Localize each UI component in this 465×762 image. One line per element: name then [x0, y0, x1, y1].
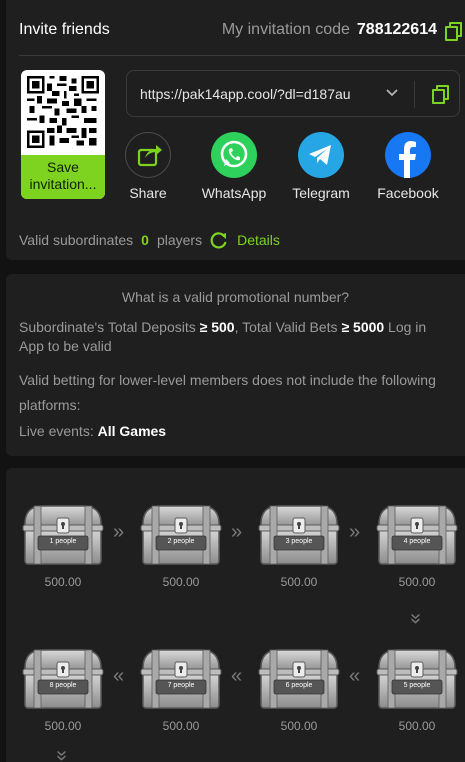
treasure-chest-icon	[22, 505, 104, 565]
share-icon	[125, 132, 171, 178]
reward-chest[interactable]: 7 people 500.00	[139, 646, 223, 734]
share-label: Share	[129, 185, 167, 201]
share-button[interactable]: Share	[113, 132, 183, 201]
rule-value: All Games	[97, 423, 167, 439]
chest-people-label: 1 people	[49, 538, 77, 545]
chest-amount: 500.00	[162, 575, 200, 589]
whatsapp-button[interactable]: WhatsApp	[199, 132, 269, 201]
rules-title: What is a valid promotional number?	[121, 289, 350, 305]
rule-text: Subordinate's Total Deposits	[19, 319, 200, 335]
valid-subordinates-count: 0	[141, 232, 149, 248]
copy-code-icon[interactable]	[445, 22, 462, 41]
reward-chest[interactable]: 5 people 500.00	[375, 646, 459, 734]
invitation-code-label: My invitation code	[221, 21, 350, 38]
invite-header: Invite friends My invitation code 788122…	[19, 0, 465, 56]
reward-chest[interactable]: 1 people 500.00	[21, 502, 105, 590]
valid-subordinates-row: Valid subordinates 0 players Details	[19, 230, 280, 250]
rules-deposit-requirement: Subordinate's Total Deposits ≥ 500, Tota…	[19, 318, 451, 356]
valid-subordinates-label: Valid subordinates	[19, 232, 134, 248]
reward-chest[interactable]: 4 people 500.00	[375, 502, 459, 590]
rule-text: , Total Valid Bets	[234, 319, 342, 335]
treasure-chest-icon	[140, 505, 222, 565]
treasure-chest-icon	[376, 649, 458, 709]
reward-chest[interactable]: 3 people 500.00	[257, 502, 341, 590]
rules-platform-note: Valid betting for lower-level members do…	[19, 372, 436, 413]
reward-chest[interactable]: 2 people 500.00	[139, 502, 223, 590]
save-invitation-button[interactable]: Save invitation...	[21, 155, 105, 199]
chest-amount: 500.00	[44, 719, 82, 733]
rule-value: ≥ 5000	[341, 319, 385, 335]
divider	[414, 81, 415, 108]
whatsapp-label: WhatsApp	[201, 185, 267, 201]
chest-people-label: 8 people	[49, 682, 77, 689]
chest-people-label: 4 people	[403, 538, 431, 545]
rule-text: Live events:	[19, 423, 98, 439]
rules-live-events: Live events: All Games	[19, 422, 451, 441]
treasure-chest-icon	[258, 505, 340, 565]
chevrons-left-icon: «	[113, 665, 125, 687]
chevrons-right-icon: »	[349, 521, 361, 543]
chest-amount: 500.00	[162, 719, 200, 733]
facebook-icon	[385, 132, 431, 178]
telegram-label: Telegram	[292, 185, 350, 201]
treasure-chest-icon	[376, 505, 458, 565]
invite-card: Invite friends My invitation code 788122…	[6, 0, 465, 260]
chest-amount: 500.00	[280, 575, 318, 589]
telegram-icon	[298, 132, 344, 178]
chest-people-label: 7 people	[167, 682, 195, 689]
chevrons-left-icon: «	[349, 665, 361, 687]
players-label: players	[156, 232, 203, 248]
treasure-chest-icon	[258, 649, 340, 709]
facebook-label: Facebook	[377, 185, 439, 201]
rules-card: What is a valid promotional number? Subo…	[6, 274, 465, 456]
chest-people-label: 5 people	[403, 682, 431, 689]
invitation-code: 788122614	[356, 21, 437, 38]
rewards-card: 1 people 500.00 2 people 500.00 3 people 500.…	[6, 468, 465, 762]
rule-value: ≥ 500	[199, 319, 235, 335]
chevrons-left-icon: «	[231, 665, 243, 687]
copy-link-icon[interactable]	[432, 85, 449, 104]
invitation-code-row: My invitation code 788122614	[221, 21, 462, 41]
invite-title: Invite friends	[19, 21, 110, 38]
treasure-chest-icon	[22, 649, 104, 709]
chest-people-label: 3 people	[285, 538, 313, 545]
chevrons-down-icon: »	[405, 612, 428, 625]
details-link[interactable]: Details	[237, 232, 280, 248]
chevrons-down-icon: »	[51, 749, 74, 762]
chest-people-label: 6 people	[285, 682, 313, 689]
whatsapp-icon	[211, 132, 257, 178]
refresh-icon[interactable]	[209, 230, 229, 250]
chevron-down-icon[interactable]	[385, 86, 399, 100]
chest-amount: 500.00	[398, 575, 436, 589]
qr-code-card: Save invitation...	[21, 70, 105, 199]
invite-link-box[interactable]: https://pak14app.cool/?dl=d187au	[126, 70, 460, 117]
chevrons-right-icon: »	[113, 521, 125, 543]
chest-people-label: 2 people	[167, 538, 195, 545]
chest-amount: 500.00	[398, 719, 436, 733]
qr-code-image	[27, 76, 99, 148]
treasure-chest-icon	[140, 649, 222, 709]
invite-link-text: https://pak14app.cool/?dl=d187au	[140, 86, 351, 102]
facebook-button[interactable]: Facebook	[373, 132, 443, 201]
telegram-button[interactable]: Telegram	[286, 132, 356, 201]
reward-chest[interactable]: 6 people 500.00	[257, 646, 341, 734]
chest-amount: 500.00	[44, 575, 82, 589]
reward-chest[interactable]: 8 people 500.00	[21, 646, 105, 734]
chest-amount: 500.00	[280, 719, 318, 733]
chevrons-right-icon: »	[231, 521, 243, 543]
